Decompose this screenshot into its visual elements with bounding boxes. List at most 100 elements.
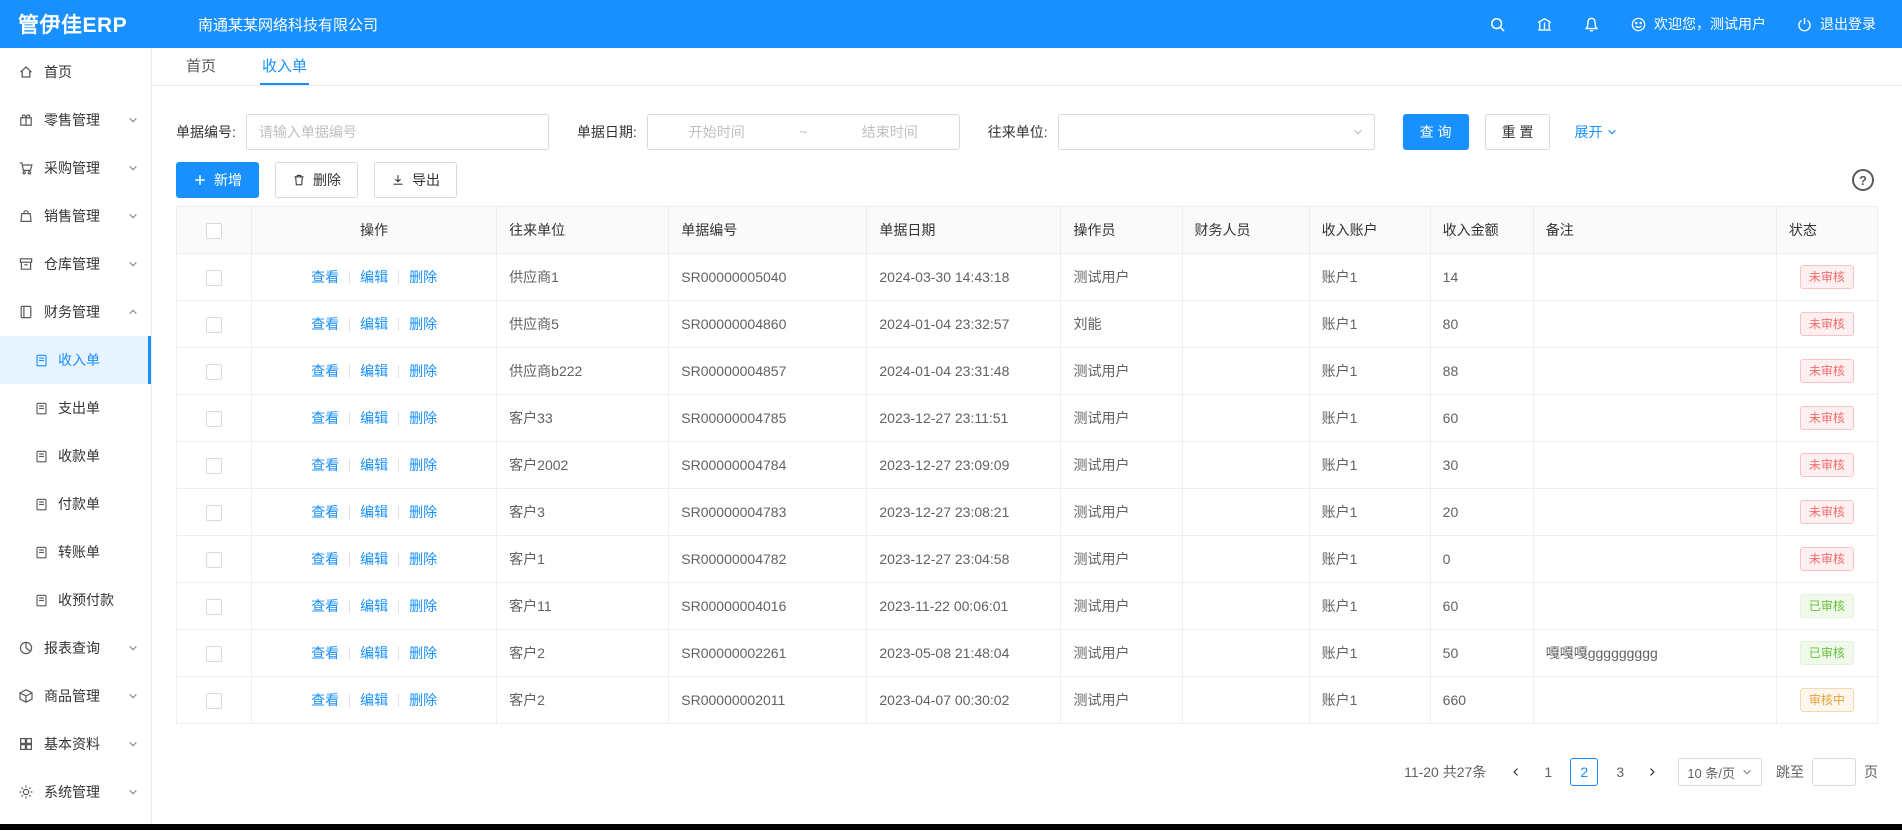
delete-link[interactable]: 删除 xyxy=(409,551,437,567)
edit-link[interactable]: 编辑 xyxy=(360,363,388,379)
sidebar-item-products[interactable]: 商品管理 xyxy=(0,672,151,720)
page-button-2-current[interactable]: 2 xyxy=(1570,758,1598,786)
edit-link[interactable]: 编辑 xyxy=(360,598,388,614)
table-toolbar: 新增 删除 导出 ? xyxy=(176,162,1878,198)
prev-page-button[interactable] xyxy=(1502,758,1530,786)
expand-link-label: 展开 xyxy=(1574,122,1602,142)
sidebar-subitem-transfer[interactable]: 转账单 xyxy=(0,528,151,576)
view-link[interactable]: 查看 xyxy=(311,316,339,332)
edit-link[interactable]: 编辑 xyxy=(360,692,388,708)
archive-icon xyxy=(18,256,34,272)
divider xyxy=(349,365,350,378)
row-checkbox[interactable] xyxy=(206,317,222,333)
edit-link[interactable]: 编辑 xyxy=(360,457,388,473)
sidebar-item-sales[interactable]: 销售管理 xyxy=(0,192,151,240)
sidebar-item-retail[interactable]: 零售管理 xyxy=(0,96,151,144)
edit-link[interactable]: 编辑 xyxy=(360,551,388,567)
cell-account: 账户1 xyxy=(1309,301,1430,348)
delete-link[interactable]: 删除 xyxy=(409,363,437,379)
delete-button[interactable]: 删除 xyxy=(275,162,358,198)
expand-link[interactable]: 展开 xyxy=(1574,122,1618,142)
edit-link[interactable]: 编辑 xyxy=(360,269,388,285)
sidebar-subitem-payment[interactable]: 付款单 xyxy=(0,480,151,528)
cell-operator: 测试用户 xyxy=(1061,395,1182,442)
logout-button[interactable]: 退出登录 xyxy=(1796,14,1876,34)
building-icon[interactable] xyxy=(1536,16,1553,33)
sidebar-item-system[interactable]: 系统管理 xyxy=(0,768,151,816)
view-link[interactable]: 查看 xyxy=(311,410,339,426)
select-all-checkbox[interactable] xyxy=(206,223,222,239)
page-size-select[interactable]: 10 条/页 xyxy=(1678,758,1762,786)
row-checkbox[interactable] xyxy=(206,364,222,380)
tab-home[interactable]: 首页 xyxy=(184,48,218,85)
row-checkbox[interactable] xyxy=(206,270,222,286)
edit-link[interactable]: 编辑 xyxy=(360,504,388,520)
sidebar-subitem-expense[interactable]: 支出单 xyxy=(0,384,151,432)
sidebar-subitem-receipt[interactable]: 收款单 xyxy=(0,432,151,480)
tab-income[interactable]: 收入单 xyxy=(260,48,309,85)
cell-doc-no: SR00000004782 xyxy=(669,536,867,583)
cell-doc-no: SR00000002011 xyxy=(669,677,867,724)
jump-page-input[interactable] xyxy=(1812,758,1856,786)
page-button-3[interactable]: 3 xyxy=(1606,758,1634,786)
search-icon[interactable] xyxy=(1489,16,1506,33)
view-link[interactable]: 查看 xyxy=(311,269,339,285)
cell-partner: 客户11 xyxy=(497,583,669,630)
next-page-button[interactable] xyxy=(1638,758,1666,786)
edit-link[interactable]: 编辑 xyxy=(360,316,388,332)
cell-account: 账户1 xyxy=(1309,442,1430,489)
date-range-input[interactable]: ~ xyxy=(647,114,960,150)
row-checkbox[interactable] xyxy=(206,505,222,521)
row-checkbox[interactable] xyxy=(206,458,222,474)
view-link[interactable]: 查看 xyxy=(311,504,339,520)
sidebar-item-purchase[interactable]: 采购管理 xyxy=(0,144,151,192)
sidebar-item-home[interactable]: 首页 xyxy=(0,48,151,96)
row-checkbox[interactable] xyxy=(206,552,222,568)
bell-icon[interactable] xyxy=(1583,16,1600,33)
edit-link[interactable]: 编辑 xyxy=(360,410,388,426)
sidebar-subitem-label: 转账单 xyxy=(58,542,100,562)
view-link[interactable]: 查看 xyxy=(311,645,339,661)
view-link[interactable]: 查看 xyxy=(311,363,339,379)
reset-button[interactable]: 重 置 xyxy=(1485,114,1551,150)
partner-select[interactable] xyxy=(1058,114,1375,150)
cell-amount: 20 xyxy=(1430,489,1533,536)
date-start-input[interactable] xyxy=(658,124,776,140)
page-button-1[interactable]: 1 xyxy=(1534,758,1562,786)
divider xyxy=(349,271,350,284)
help-icon[interactable]: ? xyxy=(1852,169,1874,191)
document-icon xyxy=(34,449,49,464)
view-link[interactable]: 查看 xyxy=(311,598,339,614)
cell-finance-staff xyxy=(1182,442,1309,489)
delete-link[interactable]: 删除 xyxy=(409,316,437,332)
date-end-input[interactable] xyxy=(831,124,949,140)
delete-link[interactable]: 删除 xyxy=(409,269,437,285)
cell-date: 2023-12-27 23:09:09 xyxy=(867,442,1061,489)
delete-link[interactable]: 删除 xyxy=(409,410,437,426)
export-button[interactable]: 导出 xyxy=(374,162,457,198)
sidebar-subitem-label: 收款单 xyxy=(58,446,100,466)
sidebar-item-basic-data[interactable]: 基本资料 xyxy=(0,720,151,768)
row-checkbox[interactable] xyxy=(206,411,222,427)
view-link[interactable]: 查看 xyxy=(311,551,339,567)
sidebar-subitem-prepayment[interactable]: 收预付款 xyxy=(0,576,151,624)
sidebar-subitem-income[interactable]: 收入单 xyxy=(0,336,151,384)
delete-link[interactable]: 删除 xyxy=(409,504,437,520)
delete-link[interactable]: 删除 xyxy=(409,598,437,614)
view-link[interactable]: 查看 xyxy=(311,457,339,473)
delete-link[interactable]: 删除 xyxy=(409,645,437,661)
sidebar-item-finance[interactable]: 财务管理 xyxy=(0,288,151,336)
sidebar-item-warehouse[interactable]: 仓库管理 xyxy=(0,240,151,288)
welcome-user[interactable]: 欢迎您，测试用户 xyxy=(1630,14,1766,34)
delete-link[interactable]: 删除 xyxy=(409,692,437,708)
delete-link[interactable]: 删除 xyxy=(409,457,437,473)
search-button[interactable]: 查 询 xyxy=(1403,114,1469,150)
view-link[interactable]: 查看 xyxy=(311,692,339,708)
row-checkbox[interactable] xyxy=(206,646,222,662)
sidebar-item-reports[interactable]: 报表查询 xyxy=(0,624,151,672)
row-checkbox[interactable] xyxy=(206,599,222,615)
edit-link[interactable]: 编辑 xyxy=(360,645,388,661)
add-button[interactable]: 新增 xyxy=(176,162,259,198)
row-checkbox[interactable] xyxy=(206,693,222,709)
doc-no-input[interactable] xyxy=(246,114,549,150)
